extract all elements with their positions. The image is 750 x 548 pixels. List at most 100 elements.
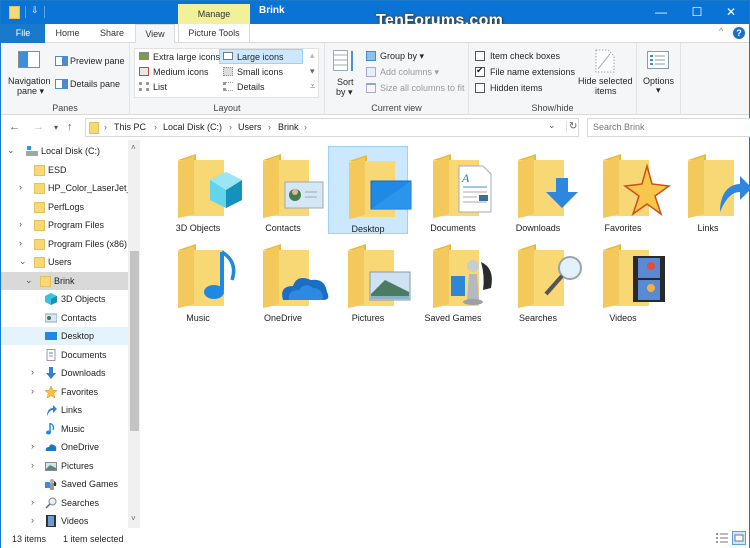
nav-item-esd[interactable]: ESD (1, 161, 128, 179)
tab-picture-tools[interactable]: Picture Tools (178, 24, 250, 43)
close-button[interactable]: ✕ (713, 1, 749, 24)
nav-item-local-disk-c[interactable]: ⌄ Local Disk (C:) (1, 142, 128, 160)
nav-item-hp-color-laserjet[interactable]: › HP_Color_LaserJet_ (1, 179, 128, 197)
large-icons-view-icon[interactable] (732, 531, 746, 545)
gallery-scroll-down-icon[interactable]: ▾ (310, 66, 315, 77)
chevron-down-icon[interactable]: ⌄ (7, 145, 15, 156)
chevron-down-icon[interactable]: ⌄ (25, 275, 33, 286)
tab-share[interactable]: Share (90, 24, 134, 43)
folder-saved-games[interactable]: Saved Games (413, 236, 493, 324)
selection-count: 1 item selected (63, 534, 124, 544)
file-name-extensions-checkbox[interactable] (475, 65, 485, 77)
nav-item-label: 3D Objects (61, 294, 106, 304)
nav-item-saved-games[interactable]: Saved Games (1, 475, 128, 493)
item-check-boxes-checkbox[interactable] (475, 51, 485, 61)
search-input[interactable]: Search Brink (593, 122, 645, 132)
chevron-right-icon[interactable]: › (31, 441, 34, 451)
nav-item-program-files-x86[interactable]: › Program Files (x86) (1, 235, 128, 253)
nav-item-label: Videos (61, 516, 89, 526)
folder-documents[interactable]: A Documents (413, 146, 493, 234)
nav-item-links[interactable]: Links (1, 401, 128, 419)
chevron-right-icon[interactable]: › (19, 219, 22, 229)
nav-item-downloads[interactable]: › Downloads (1, 364, 128, 382)
folder-searches[interactable]: Searches (498, 236, 582, 324)
panes-group-label: Panes (52, 103, 78, 113)
refresh-button[interactable]: ↻ (566, 121, 577, 132)
nav-item-program-files[interactable]: › Program Files (1, 216, 128, 234)
tab-home[interactable]: Home (45, 24, 90, 43)
quick-access-folder-icon[interactable] (9, 6, 20, 19)
details-view-icon[interactable] (716, 533, 728, 544)
breadcrumb-brink[interactable]: Brink (278, 122, 299, 132)
folder-label: Videos (609, 313, 637, 323)
folder-pictures[interactable]: Pictures (328, 236, 411, 324)
folder-downloads[interactable]: Downloads (498, 146, 578, 234)
nav-item-searches[interactable]: › Searches (1, 494, 128, 512)
chevron-right-icon[interactable]: › (31, 515, 34, 525)
folder-contacts[interactable]: Contacts (243, 146, 324, 234)
back-button[interactable]: ← (9, 121, 20, 133)
gallery-scroll-up-icon[interactable]: ▴ (310, 50, 315, 61)
chevron-right-icon[interactable]: › (31, 460, 34, 470)
breadcrumb-separator[interactable]: › (104, 122, 107, 132)
scroll-up-icon[interactable]: ˄ (131, 143, 136, 152)
nav-item-label: ESD (48, 164, 67, 175)
nav-item-pictures[interactable]: › Pictures (1, 457, 128, 475)
nav-item-music[interactable]: Music (1, 420, 128, 438)
customize-quick-access-icon[interactable]: ⇩ (31, 5, 39, 16)
hidden-items-checkbox[interactable] (475, 83, 485, 93)
collapse-ribbon-icon[interactable]: ^ (719, 26, 723, 36)
nav-item-contacts[interactable]: Contacts (1, 309, 128, 327)
folder-videos[interactable]: Videos (583, 236, 665, 324)
item-count: 13 items (12, 534, 47, 544)
tab-view[interactable]: View (135, 24, 175, 43)
nav-item-3d-objects[interactable]: 3D Objects (1, 290, 128, 308)
folder-music[interactable]: Music (158, 236, 238, 324)
minimize-button[interactable]: — (643, 1, 679, 24)
nav-item-documents[interactable]: Documents (1, 346, 128, 364)
folder-label: Favorites (604, 223, 642, 233)
nav-item-brink[interactable]: ⌄ Brink (1, 271, 128, 290)
nav-item-users[interactable]: ⌄ Users (1, 253, 128, 271)
chevron-down-icon[interactable]: ⌄ (19, 256, 27, 267)
scroll-down-icon[interactable]: ˅ (131, 514, 136, 523)
breadcrumb-separator[interactable]: › (229, 122, 232, 132)
folder-3d-objects[interactable]: 3D Objects (158, 146, 242, 234)
folder-content-view: 3D Objects Contacts Desktop A Documents Downl… (141, 140, 750, 528)
folder-desktop[interactable]: Desktop (328, 146, 412, 234)
breadcrumb-users[interactable]: Users (238, 122, 262, 132)
nav-item-desktop[interactable]: Desktop (1, 327, 128, 345)
breadcrumb-separator[interactable]: › (304, 122, 307, 132)
nav-item-label: PerfLogs (48, 201, 85, 212)
up-button[interactable]: ↑ (67, 121, 73, 133)
chevron-right-icon[interactable]: › (31, 367, 34, 377)
gallery-expand-icon[interactable]: ⩡ (310, 81, 315, 92)
address-bar[interactable]: › This PC › Local Disk (C:) › Users › Br… (85, 118, 579, 137)
chevron-right-icon[interactable]: › (19, 238, 22, 248)
contact-icon (44, 312, 58, 324)
nav-item-onedrive[interactable]: › OneDrive (1, 438, 128, 456)
chevron-right-icon[interactable]: › (31, 386, 34, 396)
chevron-right-icon[interactable]: › (31, 497, 34, 507)
forward-button[interactable]: → (33, 121, 44, 133)
nav-item-perflogs[interactable]: PerfLogs (1, 198, 128, 216)
nav-pane-scrollbar[interactable]: ˄ ˅ (128, 140, 140, 528)
breadcrumb-separator[interactable]: › (154, 122, 157, 132)
folder-links[interactable]: Links (668, 146, 750, 234)
breadcrumb-this-pc[interactable]: This PC (114, 122, 146, 132)
maximize-button[interactable]: ☐ (679, 1, 715, 24)
nav-item-favorites[interactable]: › Favorites (1, 383, 128, 401)
help-icon[interactable]: ? (733, 27, 745, 39)
recent-locations-button[interactable]: ▾ (54, 123, 58, 132)
search-box[interactable]: Search Brink (587, 118, 750, 137)
breadcrumb-separator[interactable]: › (268, 122, 271, 132)
folder-icon (34, 164, 46, 176)
chevron-right-icon[interactable]: › (19, 182, 22, 192)
scrollbar-thumb[interactable] (130, 251, 139, 431)
folder-onedrive[interactable]: OneDrive (243, 236, 329, 324)
status-bar: 13 items 1 item selected (1, 528, 749, 548)
breadcrumb-local-disk[interactable]: Local Disk (C:) (163, 122, 222, 132)
tab-file[interactable]: File (1, 24, 45, 43)
folder-favorites[interactable]: Favorites (583, 146, 671, 234)
address-history-dropdown[interactable]: ⌄ (548, 120, 556, 131)
